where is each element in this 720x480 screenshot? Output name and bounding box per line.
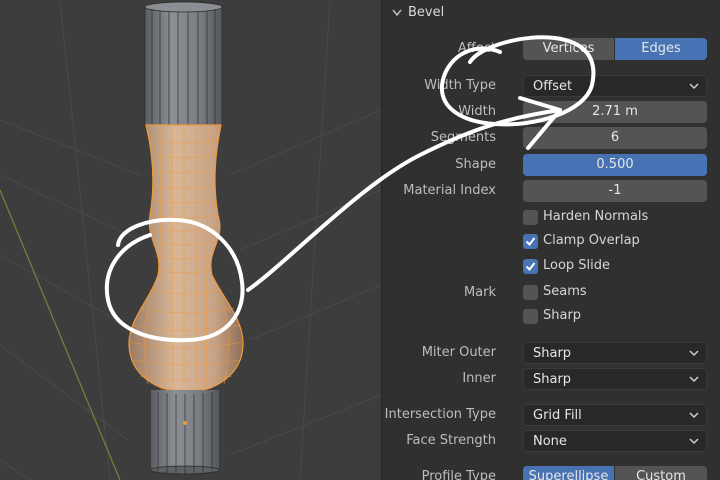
width-label: Width bbox=[458, 104, 496, 119]
mesh-top-cylinder bbox=[144, 1, 223, 125]
chevron-down-icon bbox=[689, 412, 699, 419]
material-index-row: Material Index -1 bbox=[382, 180, 720, 202]
mesh-selected-body bbox=[128, 124, 244, 393]
width-field[interactable]: 2.71 m bbox=[523, 101, 707, 123]
origin-point bbox=[183, 421, 187, 425]
checkmark-icon bbox=[525, 262, 536, 272]
collapse-arrow-icon[interactable] bbox=[392, 9, 402, 17]
clamp-overlap-row[interactable]: Clamp Overlap bbox=[382, 231, 720, 253]
mesh-bottom-cylinder bbox=[150, 390, 220, 475]
mark-label: Mark bbox=[463, 285, 496, 300]
segments-row: Segments 6 bbox=[382, 127, 720, 149]
miter-outer-dropdown[interactable]: Sharp bbox=[523, 342, 707, 364]
panel-header[interactable]: Bevel bbox=[382, 0, 720, 28]
miter-inner-dropdown[interactable]: Sharp bbox=[523, 368, 707, 390]
intersection-type-dropdown[interactable]: Grid Fill bbox=[523, 404, 707, 426]
y-axis-line bbox=[0, 189, 121, 480]
loop-slide-checkbox[interactable] bbox=[523, 259, 538, 274]
face-strength-dropdown[interactable]: None bbox=[523, 430, 707, 452]
profile-type-row: Profile Type Superellipse Custom bbox=[382, 466, 720, 480]
seams-label: Seams bbox=[543, 284, 587, 299]
segments-field[interactable]: 6 bbox=[523, 127, 707, 149]
chevron-down-icon bbox=[689, 438, 699, 445]
affect-row: Affect Vertices Edges bbox=[382, 38, 720, 60]
checkmark-icon bbox=[525, 237, 536, 247]
sharp-checkbox[interactable] bbox=[523, 309, 538, 324]
material-index-label: Material Index bbox=[403, 183, 496, 198]
miter-inner-value: Sharp bbox=[533, 372, 572, 387]
miter-inner-row: Inner Sharp bbox=[382, 368, 720, 390]
face-strength-row: Face Strength None bbox=[382, 430, 720, 452]
loop-slide-row[interactable]: Loop Slide bbox=[382, 256, 720, 278]
viewport-canvas[interactable] bbox=[0, 0, 381, 480]
mark-seams-row: Mark Seams bbox=[382, 282, 720, 304]
intersection-type-label: Intersection Type bbox=[384, 407, 496, 422]
harden-normals-label: Harden Normals bbox=[543, 209, 649, 224]
miter-outer-label: Miter Outer bbox=[421, 345, 496, 360]
clamp-overlap-label: Clamp Overlap bbox=[543, 233, 640, 248]
chevron-down-icon bbox=[689, 350, 699, 357]
width-type-dropdown[interactable]: Offset bbox=[523, 75, 707, 97]
intersection-type-value: Grid Fill bbox=[533, 408, 582, 423]
mark-sharp-row[interactable]: Sharp bbox=[382, 306, 720, 328]
panel-title: Bevel bbox=[408, 5, 445, 20]
width-type-value: Offset bbox=[533, 79, 573, 94]
sharp-label: Sharp bbox=[543, 308, 582, 323]
miter-outer-row: Miter Outer Sharp bbox=[382, 342, 720, 364]
width-type-row: Width Type Offset bbox=[382, 75, 720, 97]
affect-edges-button[interactable]: Edges bbox=[615, 38, 707, 60]
bevel-operator-panel: Bevel Affect Vertices Edges Width Type O… bbox=[381, 0, 720, 480]
affect-label: Affect bbox=[457, 41, 496, 56]
chevron-down-icon bbox=[689, 83, 699, 90]
width-row: Width 2.71 m bbox=[382, 101, 720, 123]
segments-label: Segments bbox=[430, 130, 496, 145]
profile-type-label: Profile Type bbox=[421, 469, 496, 480]
loop-slide-label: Loop Slide bbox=[543, 258, 611, 273]
face-strength-label: Face Strength bbox=[406, 433, 496, 448]
miter-outer-value: Sharp bbox=[533, 346, 572, 361]
harden-normals-checkbox[interactable] bbox=[523, 210, 538, 225]
intersection-type-row: Intersection Type Grid Fill bbox=[382, 404, 720, 426]
width-type-label: Width Type bbox=[424, 78, 496, 93]
shape-label: Shape bbox=[455, 157, 496, 172]
shape-slider[interactable]: 0.500 bbox=[523, 154, 707, 176]
3d-viewport[interactable] bbox=[0, 0, 381, 480]
seams-checkbox[interactable] bbox=[523, 285, 538, 300]
shape-row: Shape 0.500 bbox=[382, 154, 720, 176]
miter-inner-label: Inner bbox=[462, 371, 496, 386]
profile-custom-button[interactable]: Custom bbox=[615, 466, 707, 480]
chevron-down-icon bbox=[689, 376, 699, 383]
harden-normals-row[interactable]: Harden Normals bbox=[382, 207, 720, 229]
affect-vertices-button[interactable]: Vertices bbox=[523, 38, 614, 60]
material-index-field[interactable]: -1 bbox=[523, 180, 707, 202]
face-strength-value: None bbox=[533, 434, 567, 449]
clamp-overlap-checkbox[interactable] bbox=[523, 234, 538, 249]
profile-superellipse-button[interactable]: Superellipse bbox=[523, 466, 614, 480]
